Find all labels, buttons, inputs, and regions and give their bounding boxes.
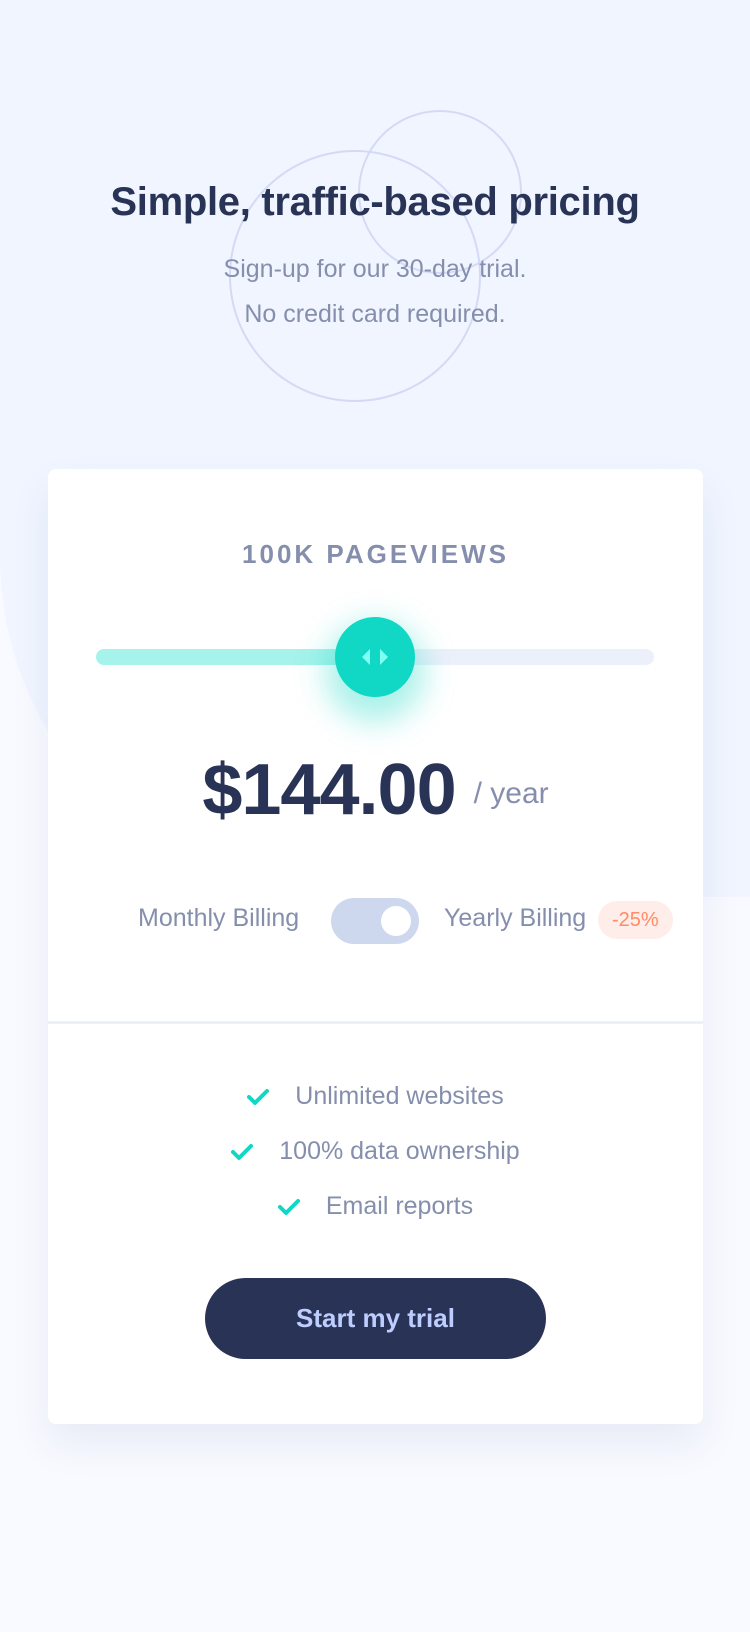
pricing-card: 100K PAGEVIEWS $144.00 / year Monthly Bi… [48, 469, 703, 1424]
price-amount: $144.00 [202, 750, 456, 830]
feature-label: 100% data ownership [279, 1137, 520, 1165]
feature-item: Unlimited websites [48, 1069, 703, 1124]
discount-badge: -25% [598, 901, 673, 939]
pageviews-label: 100K PAGEVIEWS [242, 539, 509, 569]
check-icon [247, 1088, 270, 1105]
subtitle-line-1: Sign-up for our 30-day trial. [223, 255, 527, 283]
feature-label: Unlimited websites [295, 1082, 504, 1110]
yearly-billing-label[interactable]: Yearly Billing [444, 904, 586, 933]
feature-label: Email reports [325, 1192, 474, 1220]
feature-item: 100% data ownership [48, 1124, 703, 1179]
price-period: / year [473, 777, 549, 810]
monthly-billing-label[interactable]: Monthly Billing [138, 904, 299, 933]
billing-toggle[interactable] [331, 898, 419, 944]
price-row: $144.00 / year [48, 749, 703, 831]
feature-item: Email reports [48, 1179, 703, 1234]
page-title: Simple, traffic-based pricing [110, 180, 640, 224]
slider-thumb[interactable] [335, 617, 415, 697]
page-subtitle: Sign-up for our 30-day trial. No credit … [0, 247, 750, 337]
toggle-knob [381, 906, 411, 936]
check-icon [231, 1143, 254, 1160]
billing-toggle-row: Monthly Billing Yearly Billing -25% [48, 898, 703, 944]
start-trial-button[interactable]: Start my trial [205, 1278, 546, 1359]
card-divider [48, 1021, 703, 1024]
hero: Simple, traffic-based pricing Sign-up fo… [0, 180, 750, 337]
feature-list: Unlimited websites 100% data ownership E… [48, 1069, 703, 1234]
slider-fill [96, 649, 375, 665]
check-icon [277, 1198, 300, 1215]
subtitle-line-2: No credit card required. [244, 300, 506, 328]
slider-arrows-icon [362, 649, 388, 665]
